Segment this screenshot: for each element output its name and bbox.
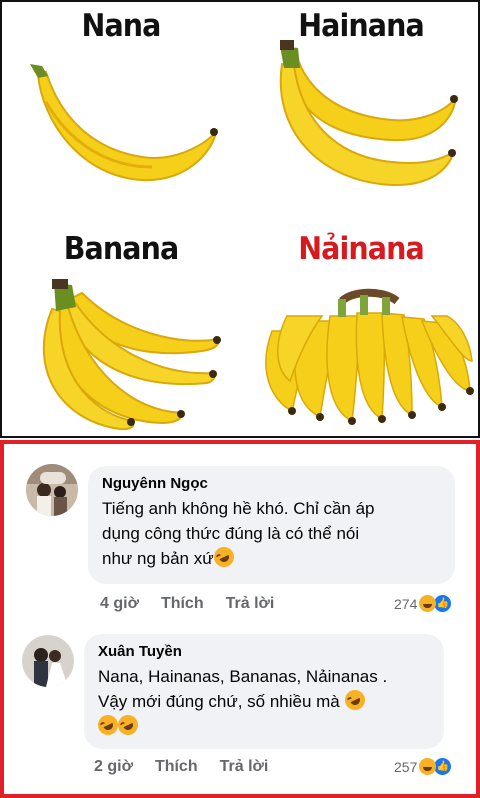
comment-text: Nana, Hainanas, Bananas, Nảinanas . Vậy …: [94, 664, 430, 739]
avatar-photo: [26, 464, 78, 516]
like-button[interactable]: Thích: [155, 758, 198, 775]
avatar[interactable]: [22, 635, 74, 687]
reaction-count: 274: [394, 595, 418, 612]
banana-meme-image: Nana Hainana Banana Nảinana: [0, 0, 480, 438]
like-icon: 👍: [433, 594, 453, 613]
single-banana-illustration: [30, 64, 218, 182]
haha-icon: [419, 595, 437, 612]
haha-icon: [419, 758, 437, 775]
comment-text: Tiếng anh không hề khó. Chỉ cần áp dụng …: [102, 496, 441, 571]
rolling-laughing-emoji-icon: [341, 686, 368, 714]
two-bananas-illustration: [279, 40, 458, 187]
meme-panel-nana: Nana: [2, 2, 240, 219]
meme-panel-banana: Banana: [2, 221, 240, 438]
comment-time[interactable]: 4 giờ: [100, 595, 139, 612]
reply-button[interactable]: Trả lời: [226, 595, 275, 612]
comments-section: Nguyênn Ngọc Tiếng anh không hề khó. Chỉ…: [0, 440, 480, 798]
avatar[interactable]: [26, 464, 78, 516]
laughing-emoji-icon: [210, 543, 237, 571]
reaction-count: 257: [394, 758, 418, 775]
like-button[interactable]: Thích: [161, 595, 204, 612]
meme-panel-hainana: Hainana: [242, 2, 480, 219]
comment-time[interactable]: 2 giờ: [94, 758, 133, 775]
banana-bunch-illustration: [42, 279, 221, 431]
meme-panel-nainana: Nảinana: [242, 221, 480, 438]
reply-button[interactable]: Trả lời: [220, 758, 269, 775]
avatar-photo: [22, 635, 74, 687]
comment-bubble: Xuân Tuyền Nana, Hainanas, Bananas, Nảin…: [84, 634, 444, 749]
rolling-laughing-emoji-icon: [114, 711, 142, 739]
reaction-summary[interactable]: 274 👍: [394, 594, 453, 613]
comment-bubble: Nguyênn Ngọc Tiếng anh không hề khó. Chỉ…: [88, 466, 455, 584]
comment-author[interactable]: Nguyênn Ngọc: [102, 475, 441, 492]
comment-actions: 2 giờ Thích Trả lời: [94, 758, 290, 776]
like-icon: 👍: [433, 757, 453, 776]
reaction-summary[interactable]: 257 👍: [394, 757, 453, 776]
comment-author[interactable]: Xuân Tuyền: [98, 643, 430, 660]
banana-hand-illustration: [265, 288, 474, 425]
comment-actions: 4 giờ Thích Trả lời: [100, 595, 296, 613]
